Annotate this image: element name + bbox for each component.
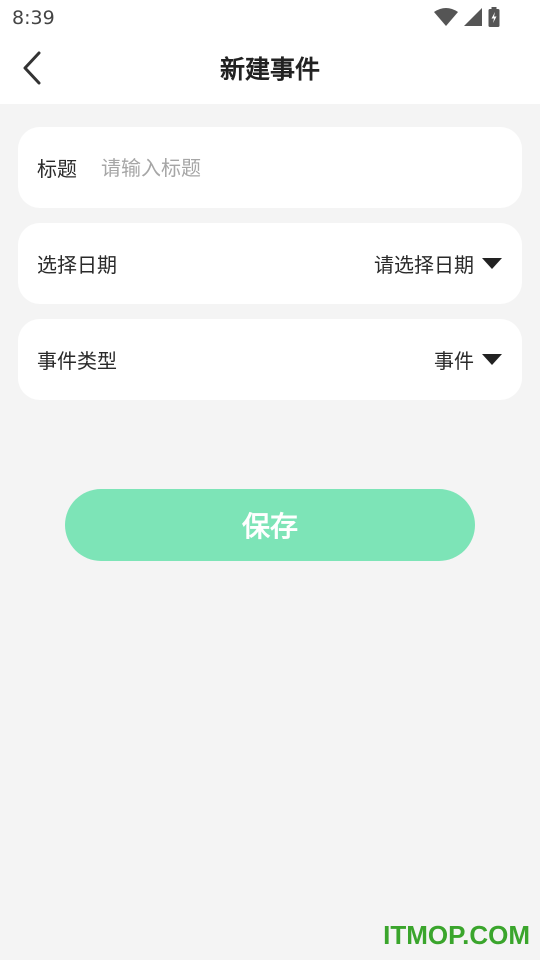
date-picker-value: 请选择日期 — [374, 253, 474, 277]
event-type-picker[interactable]: 事件 — [434, 345, 502, 374]
cell-signal-icon — [464, 8, 482, 26]
caret-down-icon — [482, 258, 502, 269]
date-picker[interactable]: 请选择日期 — [374, 249, 502, 278]
title-input[interactable] — [101, 155, 502, 180]
save-button[interactable]: 保存 — [65, 489, 475, 561]
date-label: 选择日期 — [37, 253, 117, 277]
title-field-card: 标题 — [18, 127, 522, 208]
type-field-card[interactable]: 事件类型 事件 — [18, 319, 522, 400]
status-time: 8:39 — [12, 7, 55, 29]
caret-down-icon — [482, 354, 502, 365]
wifi-icon — [434, 8, 458, 26]
battery-charging-icon — [488, 7, 500, 27]
date-field-card[interactable]: 选择日期 请选择日期 — [18, 223, 522, 304]
event-type-label: 事件类型 — [37, 349, 117, 373]
watermark: ITMOP.COM — [383, 920, 530, 950]
app-header: 8:39 新建事件 — [0, 0, 540, 104]
page-title: 新建事件 — [219, 55, 320, 84]
title-label: 标题 — [37, 157, 77, 181]
event-type-value: 事件 — [434, 349, 474, 373]
status-icons — [434, 6, 500, 28]
